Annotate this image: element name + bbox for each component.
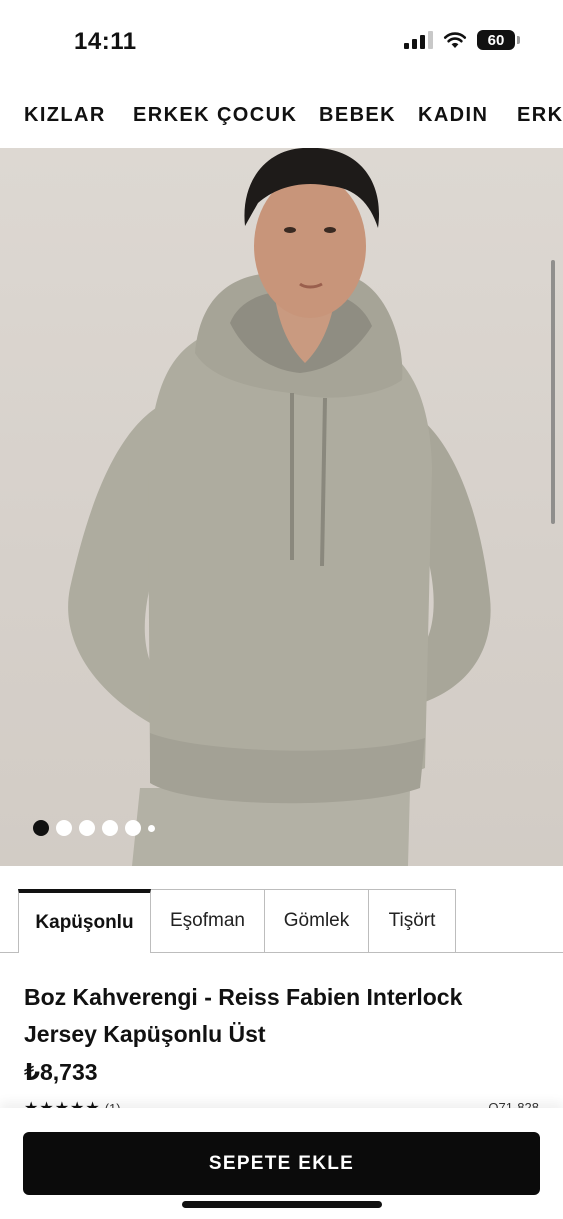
tab-esofman[interactable]: Eşofman (151, 889, 265, 953)
status-bar: 14:11 60 (0, 0, 563, 84)
gallery-dot-6[interactable] (148, 824, 155, 832)
battery-icon: 60 (477, 30, 520, 50)
gallery-dots (33, 820, 155, 836)
add-to-cart-button[interactable]: SEPETE EKLE (23, 1132, 540, 1195)
status-time: 14:11 (74, 28, 137, 55)
product-image[interactable] (0, 148, 563, 866)
nav-item-kadin[interactable]: KADIN (418, 104, 488, 127)
gallery-dot-2[interactable] (56, 820, 72, 836)
signal-icon (404, 31, 433, 49)
nav-item-erkek[interactable]: ERK (517, 104, 563, 127)
category-tabs: Kapüşonlu Eşofman Gömlek Tişört (18, 889, 456, 953)
product-photo-illustration (68, 148, 491, 866)
tab-gomlek[interactable]: Gömlek (265, 889, 369, 953)
gallery-dot-4[interactable] (102, 820, 118, 836)
tab-kapusonlu[interactable]: Kapüşonlu (18, 889, 151, 953)
tab-tisort[interactable]: Tişört (369, 889, 456, 953)
bottom-action-bar: SEPETE EKLE (0, 1108, 563, 1219)
nav-item-kizlar[interactable]: KIZLAR (24, 104, 106, 127)
scroll-indicator (551, 260, 555, 524)
home-indicator (182, 1201, 382, 1208)
category-nav: KIZLAR ERKEK ÇOCUK BEBEK KADIN ERK (0, 84, 563, 148)
gallery-dot-1[interactable] (33, 820, 49, 836)
gallery-dot-5[interactable] (125, 820, 141, 836)
product-title: Boz Kahverengi - Reiss Fabien Interlock … (24, 984, 463, 1047)
wifi-icon (443, 32, 467, 48)
product-price: ₺8,733 (24, 1059, 98, 1085)
gallery-dot-3[interactable] (79, 820, 95, 836)
status-icons: 60 (404, 30, 520, 50)
nav-item-bebek[interactable]: BEBEK (319, 104, 396, 127)
nav-item-erkek-cocuk[interactable]: ERKEK ÇOCUK (133, 104, 297, 127)
